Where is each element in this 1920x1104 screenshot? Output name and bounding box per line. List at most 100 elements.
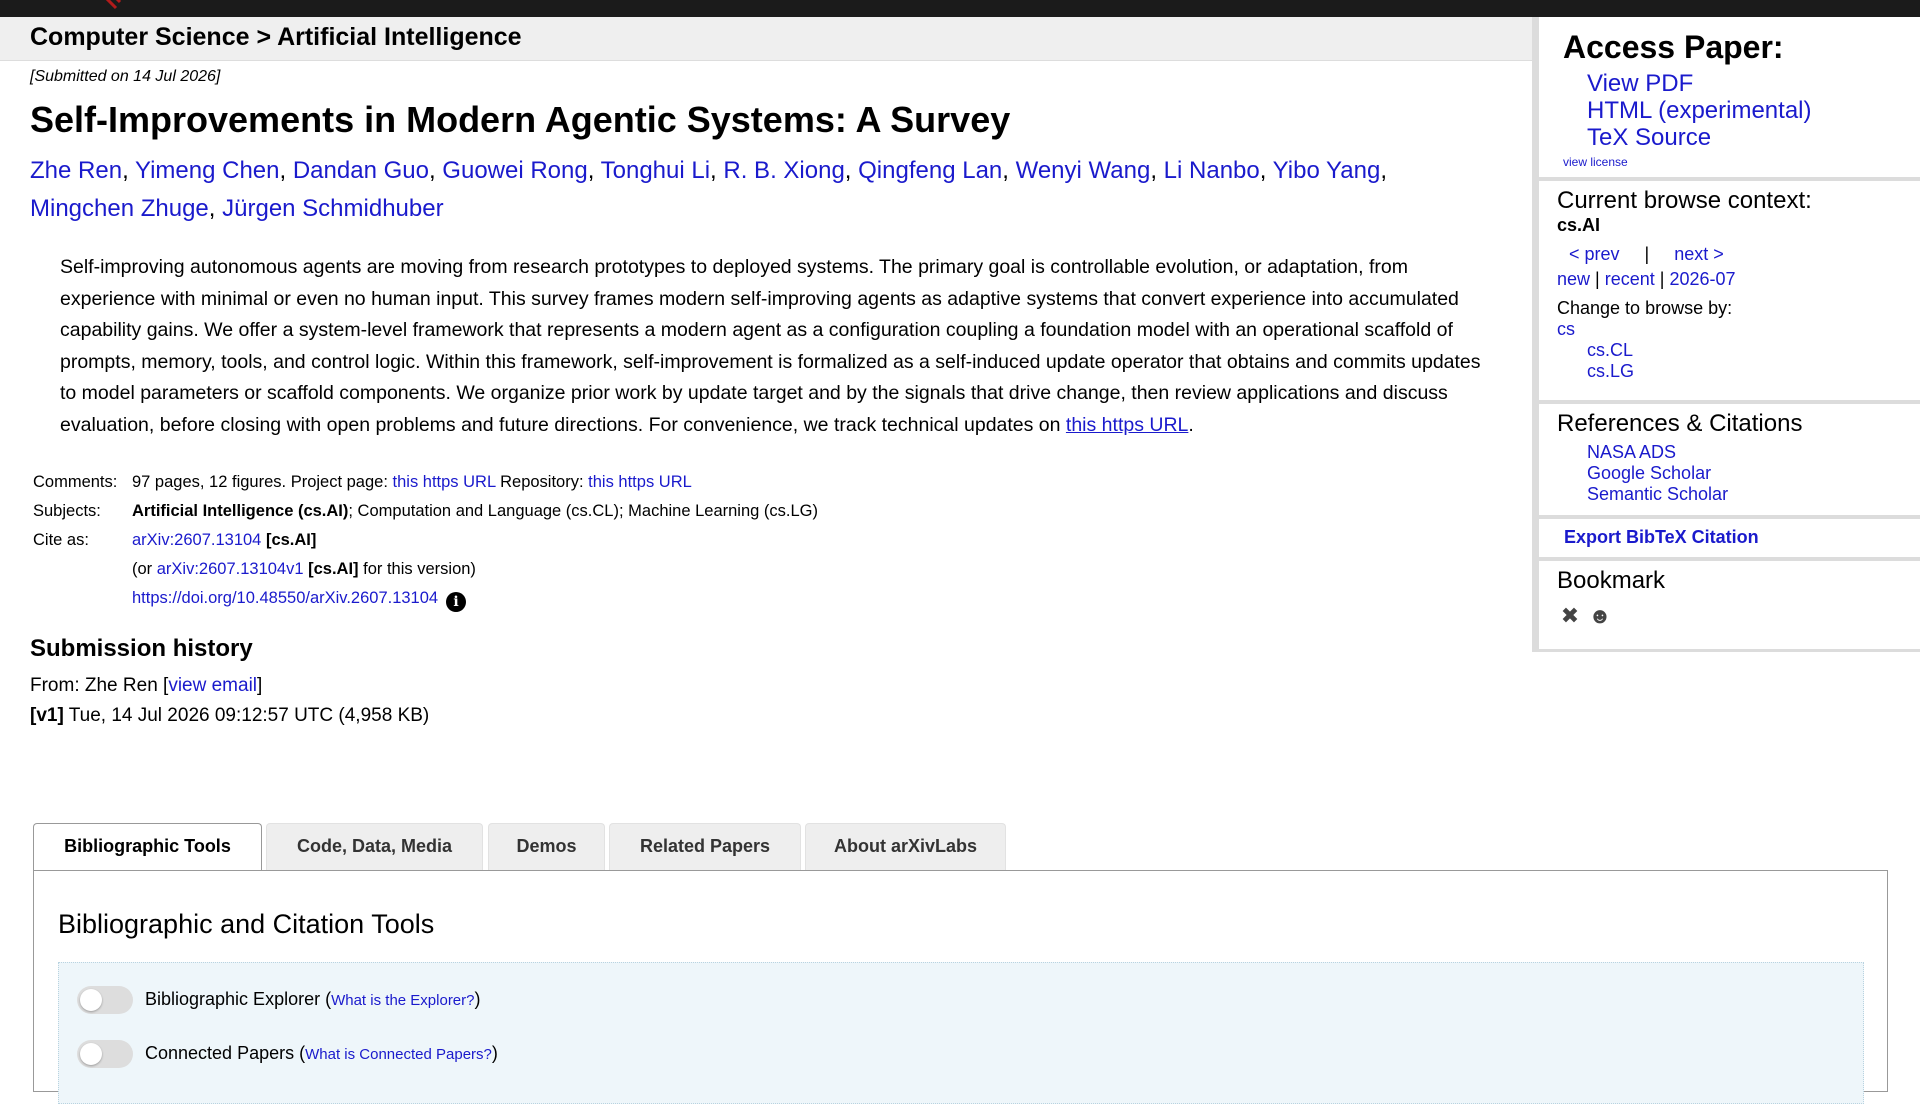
- browse-context-section: Current browse context: cs.AI < prev | n…: [1539, 181, 1920, 404]
- subjects-label: Subjects:: [33, 502, 101, 520]
- author-link[interactable]: Tonghui Li: [601, 157, 710, 184]
- cite-label: Cite as:: [33, 531, 89, 549]
- bookmark-heading: Bookmark: [1557, 567, 1666, 594]
- google-scholar-link[interactable]: Google Scholar: [1587, 463, 1920, 484]
- info-icon[interactable]: i: [446, 592, 467, 612]
- submission-date: [Submitted on 14 Jul 2026]: [30, 68, 221, 85]
- access-paper-section: Access Paper: View PDF HTML (experimenta…: [1539, 17, 1920, 181]
- view-pdf-link[interactable]: View PDF: [1587, 70, 1920, 97]
- tool-row-connected-papers: Connected Papers (What is Connected Pape…: [77, 1039, 498, 1069]
- cite-row: Cite as: arXiv:2607.13104 [cs.AI]: [30, 529, 818, 558]
- author-separator: ,: [279, 157, 293, 184]
- reddit-icon[interactable]: ☻: [1587, 603, 1613, 629]
- month-link[interactable]: 2026-07: [1669, 269, 1735, 289]
- top-bar: [0, 0, 1920, 17]
- cite-v1-link[interactable]: arXiv:2607.13104v1: [157, 560, 304, 578]
- abstract-link[interactable]: this https URL: [1066, 414, 1188, 436]
- version-label: [v1]: [30, 705, 64, 726]
- explorer-label: Bibliographic Explorer: [145, 989, 321, 1009]
- author-link[interactable]: Li Nanbo: [1164, 157, 1260, 184]
- tool-row-explorer: Bibliographic Explorer (What is the Expl…: [77, 985, 481, 1015]
- author-separator: ,: [122, 157, 135, 184]
- doi-link[interactable]: https://doi.org/10.48550/arXiv.2607.1310…: [132, 589, 438, 607]
- author-link[interactable]: Yibo Yang: [1273, 157, 1381, 184]
- author-separator: ,: [1259, 157, 1273, 184]
- category-cs-link[interactable]: cs: [1557, 319, 1575, 339]
- html-experimental-link[interactable]: HTML (experimental): [1587, 97, 1920, 124]
- next-link[interactable]: next >: [1674, 244, 1724, 264]
- cite-id-link[interactable]: arXiv:2607.13104: [132, 531, 261, 549]
- tab-code-data-media[interactable]: Code, Data, Media: [266, 823, 483, 870]
- author-link[interactable]: Mingchen Zhuge: [30, 195, 209, 222]
- bibsonomy-icon[interactable]: ✖: [1557, 603, 1583, 629]
- paper-title: Self-Improvements in Modern Agentic Syst…: [30, 99, 1011, 140]
- author-link[interactable]: Zhe Ren: [30, 157, 122, 184]
- tab-demos[interactable]: Demos: [488, 823, 605, 870]
- tex-source-link[interactable]: TeX Source: [1587, 124, 1920, 151]
- author-link[interactable]: R. B. Xiong: [723, 157, 844, 184]
- browse-nav: < prev | next >: [1557, 244, 1920, 265]
- cite-value: arXiv:2607.13104 [cs.AI]: [129, 529, 818, 558]
- author-link[interactable]: Wenyi Wang: [1016, 157, 1151, 184]
- author-link[interactable]: Dandan Guo: [293, 157, 429, 184]
- comments-text-2: Repository:: [495, 473, 589, 491]
- abstract-tail: .: [1188, 413, 1194, 436]
- references-section: References & Citations NASA ADS Google S…: [1539, 404, 1920, 519]
- bookmark-section: Bookmark ✖ ☻: [1539, 561, 1920, 641]
- tab-related-papers[interactable]: Related Papers: [609, 823, 801, 870]
- author-separator: ,: [208, 195, 223, 222]
- recent-link[interactable]: recent: [1605, 269, 1655, 289]
- author-separator: ,: [1380, 157, 1387, 184]
- connected-papers-toggle[interactable]: [77, 1040, 133, 1069]
- tab-bibliographic-tools[interactable]: Bibliographic Tools: [33, 823, 262, 873]
- view-email-link[interactable]: view email: [168, 675, 257, 696]
- author-link[interactable]: Jürgen Schmidhuber: [222, 195, 443, 222]
- sidebar: Access Paper: View PDF HTML (experimenta…: [1532, 17, 1920, 652]
- breadcrumb-bar: Computer Science > Artificial Intelligen…: [0, 17, 1532, 61]
- from-prefix: From: Zhe Ren [: [30, 675, 169, 696]
- comments-label: Comments:: [33, 473, 118, 491]
- author-separator: ,: [587, 157, 601, 184]
- category-cs-cl-link[interactable]: cs.CL: [1557, 340, 1920, 361]
- author-link[interactable]: Guowei Rong: [442, 157, 587, 184]
- browse-context-value: cs.AI: [1557, 215, 1601, 235]
- tab-about-arxivlabs[interactable]: About arXivLabs: [805, 823, 1006, 870]
- tools-box: Bibliographic Explorer (What is the Expl…: [58, 962, 1864, 1104]
- access-links: View PDF HTML (experimental) TeX Source: [1557, 70, 1920, 151]
- secondary-subjects: ; Computation and Language (cs.CL); Mach…: [348, 502, 818, 520]
- new-link[interactable]: new: [1557, 269, 1590, 289]
- cite-v1-category: [cs.AI]: [303, 560, 359, 578]
- cite-v1-tail: for this version): [358, 560, 476, 578]
- semantic-scholar-link[interactable]: Semantic Scholar: [1587, 484, 1920, 505]
- author-separator: ,: [710, 157, 724, 184]
- bookmark-icons: ✖ ☻: [1557, 595, 1920, 641]
- explorer-toggle[interactable]: [77, 986, 133, 1015]
- browse-lists: new | recent | 2026-07: [1557, 269, 1736, 289]
- arxiv-logo-icon[interactable]: [84, 0, 130, 10]
- from-suffix: ]: [257, 675, 263, 696]
- cite-category: [cs.AI]: [261, 531, 317, 549]
- view-license-link[interactable]: view license: [1557, 155, 1920, 169]
- export-bibtex-link[interactable]: Export BibTeX Citation: [1557, 519, 1920, 557]
- connected-papers-help-link[interactable]: What is Connected Papers?: [305, 1046, 492, 1063]
- author-link[interactable]: Qingfeng Lan: [858, 157, 1002, 184]
- category-cs-lg-link[interactable]: cs.LG: [1557, 361, 1920, 382]
- repository-link[interactable]: this https URL: [588, 473, 692, 491]
- project-page-link[interactable]: this https URL: [393, 473, 496, 491]
- prev-link[interactable]: < prev: [1569, 244, 1620, 264]
- abstract: Self-improving autonomous agents are mov…: [60, 252, 1490, 441]
- author-separator: ,: [1002, 157, 1016, 184]
- subjects-row: Subjects: Artificial Intelligence (cs.AI…: [30, 500, 818, 529]
- comments-value: 97 pages, 12 figures. Project page: this…: [129, 471, 818, 500]
- change-browse-label: Change to browse by:: [1557, 298, 1733, 318]
- breadcrumb[interactable]: Computer Science > Artificial Intelligen…: [30, 23, 522, 52]
- references-heading: References & Citations: [1557, 410, 1803, 437]
- export-section: Export BibTeX Citation: [1539, 519, 1920, 561]
- explorer-help-link[interactable]: What is the Explorer?: [331, 992, 474, 1009]
- author-separator: ,: [428, 157, 443, 184]
- nasa-ads-link[interactable]: NASA ADS: [1587, 442, 1920, 463]
- browse-context-heading: Current browse context:: [1557, 187, 1812, 214]
- version-entry: [v1] Tue, 14 Jul 2026 09:12:57 UTC (4,95…: [30, 705, 1470, 727]
- version-details: Tue, 14 Jul 2026 09:12:57 UTC (4,958 KB): [63, 705, 430, 726]
- author-link[interactable]: Yimeng Chen: [135, 157, 280, 184]
